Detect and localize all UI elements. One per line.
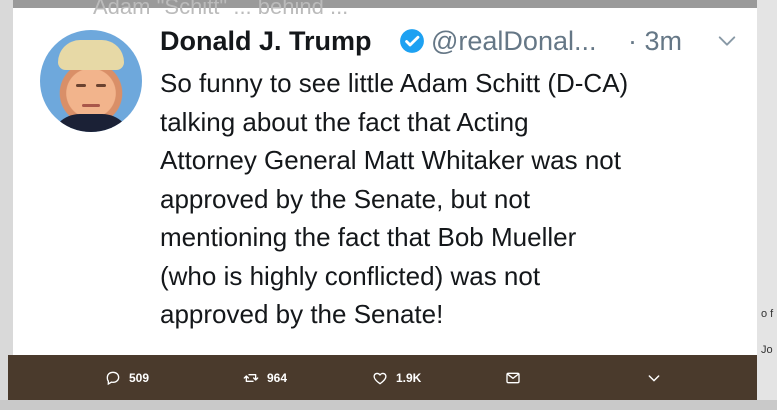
direct-message-button[interactable] [505, 367, 521, 389]
avatar-mouth [82, 104, 100, 107]
background-bottom-edge [0, 400, 777, 410]
tweet-text-line: (who is highly conflicted) was not [160, 260, 541, 291]
author-name[interactable]: Donald J. Trump [160, 26, 372, 57]
background-fragment: Jo [761, 344, 773, 356]
chevron-down-icon[interactable] [716, 30, 738, 52]
tweet-text-line: So funny to see little Adam Schitt (D-CA… [160, 68, 629, 98]
reply-count: 509 [129, 371, 150, 385]
background-ghost-text: Adam "Schitt" ... behind ... [93, 0, 349, 19]
background-fragment: o f [761, 308, 774, 320]
tweet-header: Donald J. Trump @realDonal... · 3m [160, 24, 750, 62]
tweet-action-bar: 509 964 1.9K [8, 355, 757, 400]
background-left-edge [0, 0, 13, 410]
verified-badge-icon [400, 29, 424, 53]
avatar-suit [50, 114, 132, 132]
avatar-eye [76, 84, 86, 87]
retweet-count: 964 [267, 371, 288, 385]
tweet-timestamp[interactable]: · 3m [628, 26, 682, 57]
tweet-text-line: approved by the Senate! [160, 299, 444, 329]
reply-icon [106, 371, 120, 386]
avatar-hair [58, 40, 124, 70]
retweet-button[interactable]: 964 [243, 367, 287, 389]
retweet-icon [243, 374, 259, 382]
reply-button[interactable]: 509 [105, 367, 149, 389]
avatar-eye [96, 84, 106, 87]
tweet-text-line: approved by the Senate, but not [160, 183, 531, 214]
tweet-card[interactable]: Adam "Schitt" ... behind ... Donald J. T… [13, 0, 757, 355]
avatar[interactable] [40, 30, 142, 132]
background-right-edge: o f Jo [757, 0, 777, 410]
tweet-text-line: mentioning the fact that Bob Mueller [160, 222, 577, 252]
tweet-text-line: Attorney General Matt Whitaker was not [160, 145, 621, 175]
tweet-text: So funny to see little Adam Schitt (D-CA… [160, 64, 750, 334]
like-count: 1.9K [396, 371, 422, 385]
more-options-button[interactable] [646, 367, 662, 389]
direct-message-icon [506, 372, 520, 384]
like-icon [373, 372, 387, 385]
author-handle[interactable]: @realDonal... [431, 26, 596, 57]
like-button[interactable]: 1.9K [372, 367, 421, 389]
tweet-text-line: talking about the fact that Acting [160, 106, 529, 137]
chevron-down-icon [648, 375, 660, 382]
